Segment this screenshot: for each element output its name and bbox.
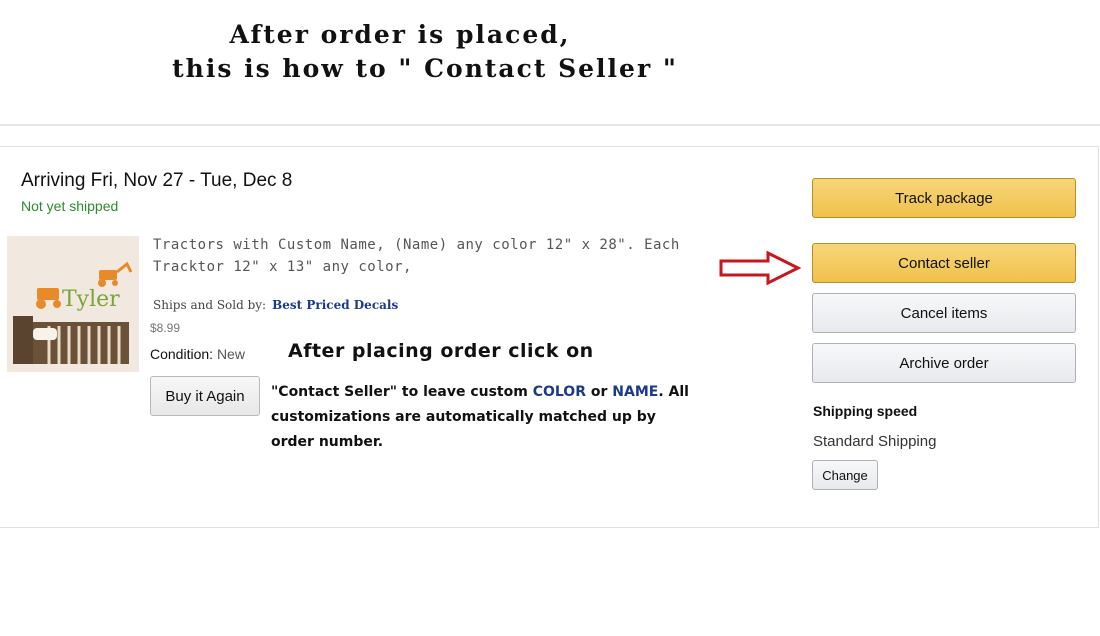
instruction-part-2: or (585, 384, 613, 400)
product-title[interactable]: Tractors with Custom Name, (Name) any co… (153, 234, 713, 278)
ships-sold-label: Ships and Sold by: (153, 298, 267, 312)
change-shipping-button[interactable]: Change (812, 460, 878, 490)
condition-label: Condition: (150, 346, 214, 362)
instruction-note-body: "Contact Seller" to leave custom COLOR o… (271, 380, 701, 455)
instruction-note-line-1: After placing order click on (288, 340, 594, 362)
product-image[interactable]: Tyler (7, 236, 139, 372)
shipping-speed-value: Standard Shipping (813, 433, 937, 450)
condition-value: New (216, 346, 245, 362)
keyword-name: NAME (612, 384, 659, 400)
instruction-part-1: "Contact Seller" to leave custom (271, 384, 533, 400)
ships-sold-by: Ships and Sold by: Best Priced Decals (153, 298, 398, 312)
track-package-button[interactable]: Track package (812, 178, 1076, 218)
buy-again-button[interactable]: Buy it Again (150, 376, 260, 416)
shipping-status: Not yet shipped (21, 198, 119, 214)
item-price: $8.99 (150, 321, 181, 335)
contact-seller-button[interactable]: Contact seller (812, 243, 1076, 283)
arrival-date: Arriving Fri, Nov 27 - Tue, Dec 8 (21, 170, 293, 191)
seller-link[interactable]: Best Priced Decals (272, 298, 398, 312)
divider (0, 124, 1100, 126)
keyword-color: COLOR (532, 384, 586, 400)
instruction-heading-line-1: After order is placed, (229, 20, 571, 49)
decal-name-text: Tyler (62, 287, 120, 312)
cancel-items-button[interactable]: Cancel items (812, 293, 1076, 333)
shipping-speed-label: Shipping speed (813, 403, 918, 419)
instruction-heading-line-2: this is how to " Contact Seller " (172, 54, 678, 83)
right-arrow-icon (719, 250, 802, 286)
item-condition: Condition: New (150, 346, 245, 362)
archive-order-button[interactable]: Archive order (812, 343, 1076, 383)
